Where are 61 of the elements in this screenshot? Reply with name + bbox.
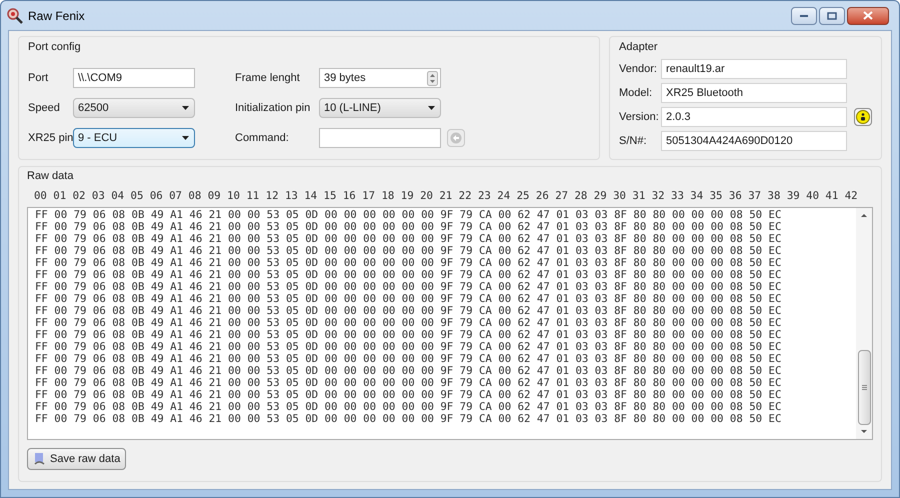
hex-row: FF 00 79 06 08 0B 49 A1 46 21 00 00 53 05 0D 00 00 00 00 00 00 9F 79 CA 00 62 47 01 03 03 8F 80 80 00 00 00 08 50 EC bbox=[35, 353, 782, 365]
field-label: Frame lenght bbox=[235, 71, 301, 86]
caret-icon bbox=[182, 136, 189, 140]
text-field[interactable]: XR25 Bluetooth bbox=[661, 83, 847, 103]
hex-row: FF 00 79 06 08 0B 49 A1 46 21 00 00 53 05 0D 00 00 00 00 00 00 9F 79 CA 00 62 47 01 03 03 8F 80 80 00 00 00 08 50 EC bbox=[35, 209, 782, 221]
group-title: Raw data bbox=[27, 169, 74, 183]
grip-icon bbox=[862, 385, 866, 390]
hex-row: FF 00 79 06 08 0B 49 A1 46 21 00 00 53 05 0D 00 00 00 00 00 00 9F 79 CA 00 62 47 01 03 03 8F 80 80 00 00 00 08 50 EC bbox=[35, 377, 782, 389]
maximize-icon bbox=[827, 12, 837, 20]
text-field[interactable]: 2.0.3 bbox=[661, 107, 847, 127]
field-label: Port bbox=[28, 71, 50, 86]
hex-row: FF 00 79 06 08 0B 49 A1 46 21 00 00 53 05 0D 00 00 00 00 00 00 9F 79 CA 00 62 47 01 03 03 8F 80 80 00 00 00 08 50 EC bbox=[35, 401, 782, 413]
arrow-icon bbox=[450, 132, 462, 144]
info-button[interactable] bbox=[854, 108, 872, 126]
column-header: 00 01 02 03 04 05 06 07 08 09 10 11 12 13 14 15 16 17 18 19 20 21 22 23 24 25 26 27 28 29 30 31 32 33 34 35 36 37 38 39 40 41 42 bbox=[34, 189, 859, 203]
spin-field[interactable]: 39 bytes bbox=[319, 68, 441, 88]
hex-row: FF 00 79 06 08 0B 49 A1 46 21 00 00 53 05 0D 00 00 00 00 00 00 9F 79 CA 00 62 47 01 03 03 8F 80 80 00 00 00 08 50 EC bbox=[35, 365, 782, 377]
field-label: Version: bbox=[619, 110, 660, 125]
caret-icon bbox=[428, 106, 435, 110]
maximize-button[interactable] bbox=[819, 6, 845, 24]
field-label: Initialization pin bbox=[235, 101, 312, 116]
field-label: XR25 pin bbox=[28, 131, 73, 146]
hex-row: FF 00 79 06 08 0B 49 A1 46 21 00 00 53 05 0D 00 00 00 00 00 00 9F 79 CA 00 62 47 01 03 03 8F 80 80 00 00 00 08 50 EC bbox=[35, 293, 782, 305]
group-title: Port config bbox=[28, 40, 82, 54]
hex-row: FF 00 79 06 08 0B 49 A1 46 21 00 00 53 05 0D 00 00 00 00 00 00 9F 79 CA 00 62 47 01 03 03 8F 80 80 00 00 00 08 50 EC bbox=[35, 389, 782, 401]
magnifier-icon bbox=[7, 8, 23, 24]
spin-arrows-icon[interactable] bbox=[427, 70, 438, 86]
close-icon bbox=[863, 11, 873, 20]
hex-row: FF 00 79 06 08 0B 49 A1 46 21 00 00 53 05 0D 00 00 00 00 00 00 9F 79 CA 00 62 47 01 03 03 8F 80 80 00 00 00 08 50 EC bbox=[35, 221, 782, 233]
close-button[interactable] bbox=[847, 6, 889, 24]
hex-row: FF 00 79 06 08 0B 49 A1 46 21 00 00 53 05 0D 00 00 00 00 00 00 9F 79 CA 00 62 47 01 03 03 8F 80 80 00 00 00 08 50 EC bbox=[35, 305, 782, 317]
minimize-button[interactable] bbox=[791, 6, 817, 24]
field-label: Command: bbox=[235, 131, 290, 146]
field-label: Model: bbox=[619, 86, 654, 101]
hex-row: FF 00 79 06 08 0B 49 A1 46 21 00 00 53 05 0D 00 00 00 00 00 00 9F 79 CA 00 62 47 01 03 03 8F 80 80 00 00 00 08 50 EC bbox=[35, 257, 782, 269]
field-label: S/N#: bbox=[619, 134, 648, 149]
caret-icon bbox=[182, 106, 189, 110]
hex-row: FF 00 79 06 08 0B 49 A1 46 21 00 00 53 05 0D 00 00 00 00 00 00 9F 79 CA 00 62 47 01 03 03 8F 80 80 00 00 00 08 50 EC bbox=[35, 317, 782, 329]
text-field[interactable]: \\.\COM9 bbox=[73, 68, 195, 88]
minimize-icon bbox=[799, 14, 809, 18]
dropdown[interactable]: 9 - ECU bbox=[73, 128, 195, 148]
hex-row: FF 00 79 06 08 0B 49 A1 46 21 00 00 53 05 0D 00 00 00 00 00 00 9F 79 CA 00 62 47 01 03 03 8F 80 80 00 00 00 08 50 EC bbox=[35, 269, 782, 281]
hex-row: FF 00 79 06 08 0B 49 A1 46 21 00 00 53 05 0D 00 00 00 00 00 00 9F 79 CA 00 62 47 01 03 03 8F 80 80 00 00 00 08 50 EC bbox=[35, 341, 782, 353]
hex-row: FF 00 79 06 08 0B 49 A1 46 21 00 00 53 05 0D 00 00 00 00 00 00 9F 79 CA 00 62 47 01 03 03 8F 80 80 00 00 00 08 50 EC bbox=[35, 413, 782, 425]
save-icon bbox=[33, 452, 46, 466]
field-label: Speed bbox=[28, 101, 61, 116]
hex-row: FF 00 79 06 08 0B 49 A1 46 21 00 00 53 05 0D 00 00 00 00 00 00 9F 79 CA 00 62 47 01 03 03 8F 80 80 00 00 00 08 50 EC bbox=[35, 329, 782, 341]
save-raw-data-button[interactable]: Save raw data bbox=[27, 448, 126, 470]
hex-row: FF 00 79 06 08 0B 49 A1 46 21 00 00 53 05 0D 00 00 00 00 00 00 9F 79 CA 00 62 47 01 03 03 8F 80 80 00 00 00 08 50 EC bbox=[35, 245, 782, 257]
window-title: Raw Fenix bbox=[28, 8, 85, 24]
scrollbar-thumb[interactable] bbox=[858, 350, 870, 425]
command-field[interactable] bbox=[319, 128, 441, 148]
text-field[interactable]: 5051304A424A690D0120 bbox=[661, 131, 847, 151]
hex-row: FF 00 79 06 08 0B 49 A1 46 21 00 00 53 05 0D 00 00 00 00 00 00 9F 79 CA 00 62 47 01 03 03 8F 80 80 00 00 00 08 50 EC bbox=[35, 233, 782, 245]
field-label: Vendor: bbox=[619, 62, 658, 77]
dropdown[interactable]: 62500 bbox=[73, 98, 195, 118]
dropdown[interactable]: 10 (L-LINE) bbox=[319, 98, 441, 118]
hex-row: FF 00 79 06 08 0B 49 A1 46 21 00 00 53 05 0D 00 00 00 00 00 00 9F 79 CA 00 62 47 01 03 03 8F 80 80 00 00 00 08 50 EC bbox=[35, 281, 782, 293]
text-field[interactable]: renault19.ar bbox=[661, 59, 847, 79]
group-title: Adapter bbox=[619, 40, 659, 54]
warning-face-icon bbox=[856, 110, 870, 124]
